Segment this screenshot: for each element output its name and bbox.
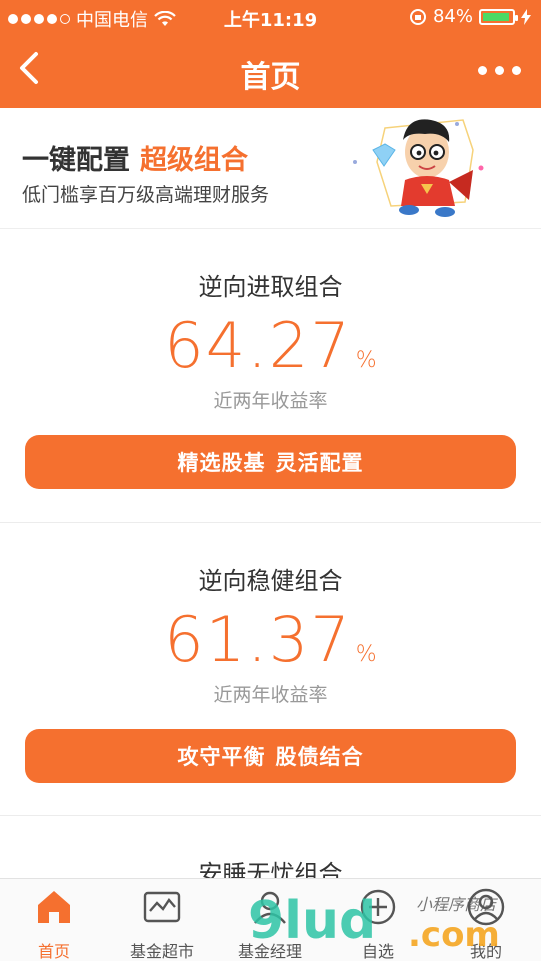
tab-label: 自选 — [361, 942, 394, 961]
manager-icon — [254, 891, 286, 924]
status-right: 84% — [409, 6, 531, 27]
charging-icon — [521, 8, 531, 25]
tab-label: 首页 — [37, 942, 70, 961]
mascot-illustration — [353, 119, 484, 217]
tab-label: 我的 — [469, 942, 502, 961]
battery-percent: 84% — [432, 6, 473, 27]
portfolio-name: 逆向进取组合 — [198, 273, 343, 301]
banner-title-accent: 超级组合 — [140, 145, 248, 176]
tab-label: 基金经理 — [237, 942, 302, 961]
plus-circle-icon — [360, 889, 396, 925]
banner-subtitle: 低门槛享百万级高端理财服务 — [22, 184, 270, 206]
button-label-part2: 灵活配置 — [275, 451, 364, 475]
user-icon — [467, 888, 505, 926]
portfolio-button[interactable]: 攻守平衡 股债结合 — [25, 729, 516, 783]
chart-icon — [143, 891, 181, 923]
button-label-part1: 精选股基 — [177, 451, 266, 475]
rate-unit: % — [355, 348, 377, 373]
rate-unit: % — [355, 642, 377, 667]
top-bar: 中国电信 上午11:19 84% 首页 — [0, 0, 541, 108]
button-label-part1: 攻守平衡 — [177, 745, 266, 769]
portfolio-card: 逆向进取组合 64.27% 近两年收益率 精选股基 灵活配置 — [0, 229, 541, 523]
rate-label: 近两年收益率 — [213, 390, 328, 412]
rate-value: 64.27 — [164, 309, 352, 382]
portfolio-rate: 64.27% — [0, 309, 541, 382]
tab-label: 基金超市 — [129, 942, 194, 961]
rate-label: 近两年收益率 — [213, 684, 328, 706]
rate-value: 61.37 — [164, 603, 352, 676]
portfolio-card: 安睡无忧组合 — [0, 816, 541, 888]
nav-bar: 首页 — [0, 34, 541, 108]
tab-watchlist[interactable]: 自选 — [324, 879, 432, 961]
button-label-part2: 股债结合 — [275, 745, 364, 769]
banner-title: 一键配置 超级组合 — [22, 138, 248, 177]
portfolio-rate: 61.37% — [0, 603, 541, 676]
battery-icon — [479, 8, 518, 25]
tab-bar: 首页 基金超市 基金经理 自选 我的 — [0, 878, 541, 961]
promo-banner[interactable]: 一键配置 超级组合 低门槛享百万级高端理财服务 — [0, 108, 541, 229]
orientation-lock-icon — [409, 8, 426, 25]
banner-title-main: 一键配置 — [22, 145, 130, 176]
portfolio-name: 逆向稳健组合 — [198, 567, 343, 595]
portfolio-button[interactable]: 精选股基 灵活配置 — [25, 435, 516, 489]
tab-me[interactable]: 我的 — [432, 879, 540, 961]
page-title: 首页 — [240, 60, 301, 95]
portfolio-card: 逆向稳健组合 61.37% 近两年收益率 攻守平衡 股债结合 — [0, 523, 541, 816]
status-bar: 中国电信 上午11:19 84% — [0, 0, 541, 34]
tab-fund-manager[interactable]: 基金经理 — [216, 879, 324, 961]
tab-fund-market[interactable]: 基金超市 — [108, 879, 216, 961]
tab-home[interactable]: 首页 — [0, 879, 108, 961]
home-icon — [38, 891, 70, 923]
more-icon[interactable] — [478, 66, 521, 75]
